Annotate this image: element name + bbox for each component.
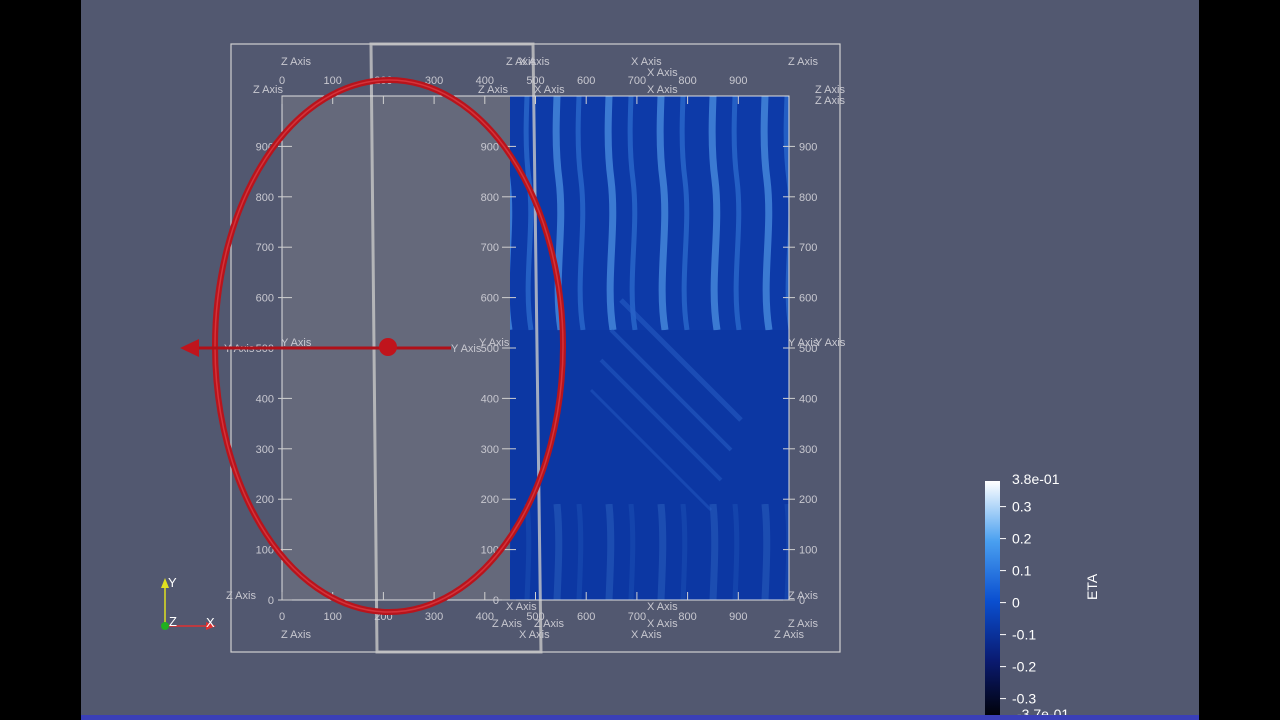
colorbar-tick-label: 0.3 xyxy=(1012,499,1032,515)
y-axis-title-mid-2: Y Axis xyxy=(451,343,482,355)
x-axis-title-bottom: X Axis xyxy=(631,629,662,641)
orientation-y-label: Y xyxy=(168,575,177,590)
eta-field xyxy=(510,96,789,600)
z-axis-title-bottom: Z Axis xyxy=(281,629,311,641)
x-axis-title-bottom-mid: X Axis xyxy=(519,629,550,641)
x-tick-label: 0 xyxy=(279,611,285,623)
x-tick-label: 700 xyxy=(628,611,646,623)
scene-canvas[interactable]: 0 100 200 300 400 500 600 700 800 900 0 100 200 300 4… xyxy=(81,0,1199,715)
y-tick-label: 300 xyxy=(256,444,274,456)
y-tick-label: 600 xyxy=(481,293,499,305)
y-tick-label: 700 xyxy=(481,242,499,254)
y-tick-label: 100 xyxy=(799,545,817,557)
y-tick-label: 700 xyxy=(256,242,274,254)
colorbar-tick-label: -0.3 xyxy=(1012,691,1036,707)
bottom-status-strip xyxy=(81,715,1199,720)
x-tick-label: 800 xyxy=(678,75,696,87)
z-axis-title-bottom-mid: Z Axis xyxy=(492,618,522,630)
orientation-z-label: Z xyxy=(169,614,177,629)
y-tick-label: 800 xyxy=(481,192,499,204)
orientation-x-label: X xyxy=(206,615,215,630)
z-axis-title-left: Z Axis xyxy=(253,84,283,96)
z-axis-title-bottom-left: Z Axis xyxy=(226,590,256,602)
red-arrow-handle[interactable] xyxy=(180,339,199,357)
red-center-handle[interactable] xyxy=(379,338,397,356)
x-tick-label: 100 xyxy=(324,611,342,623)
x-axis-title-bottom-1: X Axis xyxy=(506,601,537,613)
colorbar-tick-label: 0 xyxy=(1012,595,1020,611)
z-axis-title-top-right: Z Axis xyxy=(788,56,818,68)
colorbar-tick-label: 0.1 xyxy=(1012,563,1032,579)
colorbar-tick-label: -0.1 xyxy=(1012,627,1036,643)
x-tick-label: 800 xyxy=(678,611,696,623)
y-tick-label: 400 xyxy=(256,393,274,405)
y-tick-label: 600 xyxy=(256,293,274,305)
eta-colorbar: 0.30.20.10-0.1-0.2-0.3 3.8e-01 -3.7e-01 … xyxy=(985,471,1100,715)
y-tick-label: 0 xyxy=(493,595,499,607)
colorbar-max-label: 3.8e-01 xyxy=(1012,471,1060,487)
y-axis-title-mid: Y Axis xyxy=(479,337,510,349)
y-tick-label: 900 xyxy=(799,141,817,153)
x-axis-title-bottom-2: X Axis xyxy=(647,601,678,613)
y-tick-label: 400 xyxy=(481,393,499,405)
y-tick-label: 600 xyxy=(799,293,817,305)
z-axis-title-right-2: Z Axis xyxy=(815,95,845,107)
y-tick-label: 200 xyxy=(256,494,274,506)
x-tick-label: 600 xyxy=(577,611,595,623)
y-tick-label: 300 xyxy=(481,444,499,456)
x-tick-label: 700 xyxy=(628,75,646,87)
z-axis-title-mid: Z Axis xyxy=(478,84,508,96)
y-tick-label: 0 xyxy=(268,595,274,607)
y-tick-label: 200 xyxy=(799,494,817,506)
x-tick-label: 300 xyxy=(425,611,443,623)
x-tick-label: 900 xyxy=(729,75,747,87)
y-tick-label: 700 xyxy=(799,242,817,254)
orientation-axes-icon: Y Z X xyxy=(161,575,216,630)
z-axis-title-bottom-right: Z Axis xyxy=(788,590,818,602)
z-axis-title-top-left: Z Axis xyxy=(281,56,311,68)
y-tick-label: 800 xyxy=(799,192,817,204)
x-tick-label: 900 xyxy=(729,611,747,623)
z-axis-title-bottom-right-3: Z Axis xyxy=(774,629,804,641)
x-axis-title-top-3: X Axis xyxy=(647,84,678,96)
colorbar-tick-label: 0.2 xyxy=(1012,531,1032,547)
y-tick-label: 300 xyxy=(799,444,817,456)
x-tick-label: 100 xyxy=(324,75,342,87)
colorbar-min-label: -3.7e-01 xyxy=(1017,706,1069,715)
colorbar-title: ETA xyxy=(1084,573,1100,600)
render-viewport[interactable]: 0 100 200 300 400 500 600 700 800 900 0 100 200 300 4… xyxy=(81,0,1199,715)
colorbar-tick-label: -0.2 xyxy=(1012,659,1036,675)
x-axis-title-top-2: X Axis xyxy=(647,67,678,79)
y-tick-label: 800 xyxy=(256,192,274,204)
y-tick-label: 200 xyxy=(481,494,499,506)
y-tick-label: 900 xyxy=(481,141,499,153)
x-axis-title-top-mid: X Axis xyxy=(519,56,550,68)
y-tick-label: 400 xyxy=(799,393,817,405)
x-axis-title-mid: X Axis xyxy=(534,84,565,96)
y-axis-title-right-2: Y Axis xyxy=(815,337,846,349)
x-tick-label: 600 xyxy=(577,75,595,87)
